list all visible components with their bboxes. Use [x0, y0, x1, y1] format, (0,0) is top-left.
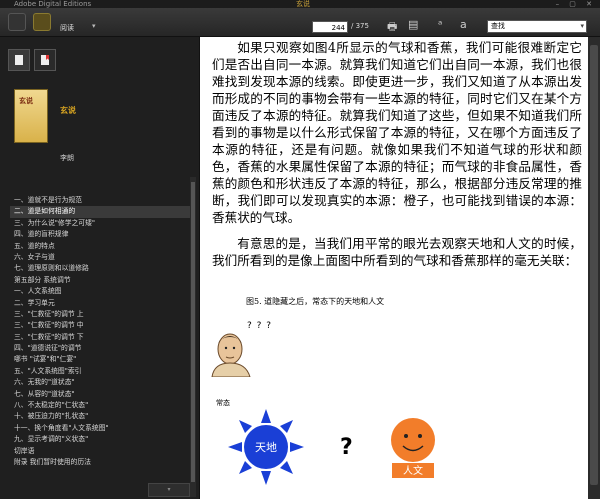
thinking-person-icon — [211, 333, 251, 377]
figure-caption: 图5. 道隐藏之后，常态下的天地和人文 — [246, 297, 385, 306]
book-author: 李朗 — [60, 154, 74, 162]
toc-item[interactable]: 四、"道德说征"的调节 — [14, 343, 194, 354]
sun-label: 天地 — [255, 441, 277, 454]
toc-item[interactable]: 切岸语 — [14, 446, 194, 457]
title-bar: Adobe Digital Editions 玄说 – ▢ ✕ — [0, 0, 600, 8]
toc-item[interactable]: 八、不太稳定的"仁状态" — [14, 400, 194, 411]
toc-item[interactable]: 哪书 "试宴"和"仁宴" — [14, 354, 194, 365]
sidebar: 玄说 玄说 李朗 一、道就不是行为规范 二、道是如何相通的 三、为什么说"修学之… — [0, 37, 200, 499]
chevron-down-icon[interactable]: ▾ — [580, 21, 584, 32]
toc-item[interactable]: 十一、换个角度看"人文系统图" — [14, 423, 194, 434]
toc-item[interactable]: 第五部分 系统调节 — [14, 275, 194, 286]
cover-title: 玄说 — [19, 97, 33, 105]
state-label: 常态 — [216, 399, 230, 407]
decrease-font-icon[interactable]: ᵃ — [438, 18, 442, 31]
book-cover[interactable]: 玄说 — [14, 89, 48, 143]
scrollbar-thumb[interactable] — [590, 45, 598, 485]
scrollbar-thumb[interactable] — [191, 182, 195, 482]
bookmark-icon — [41, 55, 49, 65]
chevron-down-icon[interactable]: ▾ — [92, 22, 96, 30]
book-info: 玄说 玄说 李朗 — [0, 77, 199, 172]
app-title: Adobe Digital Editions — [14, 0, 92, 8]
page-number-input[interactable]: 244 — [312, 21, 348, 33]
sidebar-footer-control[interactable]: ▾ — [148, 483, 190, 497]
toc-item[interactable]: 四、道的盲积规律 — [14, 229, 194, 240]
paragraph: 有意思的是，当我们用平常的眼光去观察天地和人文的时候，我们所看到的是像上面图中所… — [212, 236, 582, 268]
window-controls[interactable]: – ▢ ✕ — [556, 0, 596, 8]
increase-font-icon[interactable]: a — [460, 18, 467, 31]
search-input[interactable]: 查找 ▾ — [487, 20, 587, 33]
toc-item[interactable]: 五、"人文系统图"索引 — [14, 366, 194, 377]
toc-item[interactable]: 七、从容的"道状态" — [14, 389, 194, 400]
tab-bookmarks[interactable] — [34, 49, 56, 71]
search-placeholder: 查找 — [491, 22, 505, 30]
toc-item[interactable]: 七、道理原则和以道修路 — [14, 263, 194, 274]
toc-item[interactable]: 三、"仁救征"的调节 下 — [14, 332, 194, 343]
book-title: 玄说 — [60, 106, 76, 115]
paragraph: 如果只观察如图4所显示的气球和香蕉，我们可能很难断定它们是否出自同一本源。就算我… — [212, 40, 582, 225]
print-icon[interactable]: 🖶 — [387, 18, 397, 37]
toc-item[interactable]: 十、被压迫力的"扎状态" — [14, 411, 194, 422]
toc-item[interactable]: 三、"仁救征"的调节 中 — [14, 320, 194, 331]
library-view-button[interactable] — [8, 13, 26, 31]
view-mode-label[interactable]: 阅读 — [60, 23, 74, 33]
toc-item[interactable]: 六、无我的"道状态" — [14, 377, 194, 388]
page-total: / 375 — [351, 22, 369, 30]
book-page: 如果只观察如图4所显示的气球和香蕉，我们可能很难断定它们是否出自同一本源。就算我… — [200, 37, 588, 499]
toc-item[interactable]: 三、为什么说"修学之可矮" — [14, 218, 194, 229]
toc-item[interactable]: 六、女子与道 — [14, 252, 194, 263]
toc-item[interactable]: 一、道就不是行为规范 — [14, 195, 194, 206]
orange-icon: 人文 — [391, 418, 435, 478]
toc-item[interactable]: 九、显示考调的"义状态" — [14, 434, 194, 445]
toc-item[interactable]: 二、道是如何相通的 — [10, 206, 194, 218]
toolbar: 阅读 ▾ 244 / 375 🖶 ▤ ᵃ a 查找 ▾ — [0, 8, 600, 37]
tab-contents[interactable] — [8, 49, 30, 71]
document-title: 玄说 — [296, 0, 310, 8]
toc-item[interactable]: 二、学习单元 — [14, 298, 194, 309]
toc-item[interactable]: 一、人文系统图 — [14, 286, 194, 297]
toc-item[interactable]: 三、"仁救征"的调节 上 — [14, 309, 194, 320]
page-icon — [15, 55, 23, 65]
book-icon[interactable]: ▤ — [408, 18, 418, 31]
center-question-mark: ? — [340, 435, 353, 460]
toc-item[interactable]: 附录 我们暂时使用的历法 — [14, 457, 194, 468]
sidebar-scrollbar[interactable] — [190, 177, 196, 497]
toc-item[interactable]: 五、道的特点 — [14, 241, 194, 252]
page-scrollbar[interactable] — [588, 37, 600, 499]
table-of-contents: 一、道就不是行为规范 二、道是如何相通的 三、为什么说"修学之可矮" 四、道的盲… — [10, 195, 194, 468]
sun-icon: 天地 — [228, 409, 304, 485]
reading-view-button[interactable] — [33, 13, 51, 31]
orange-label: 人文 — [403, 464, 423, 477]
